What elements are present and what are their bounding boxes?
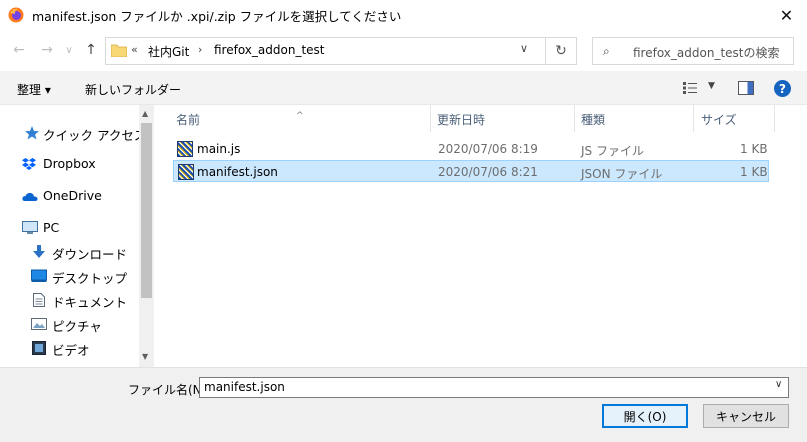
picture-icon	[31, 318, 47, 330]
desktop-icon	[31, 269, 47, 282]
view-options-icon[interactable]	[683, 82, 697, 94]
help-button[interactable]: ?	[774, 80, 791, 97]
sidebar-item-label: ビデオ	[52, 343, 90, 358]
window-title: manifest.json ファイルか .xpi/.zip ファイルを選択してく…	[32, 9, 402, 24]
sidebar-item-label: OneDrive	[43, 188, 102, 203]
open-button[interactable]: 開く(O)	[602, 404, 688, 428]
close-icon: ✕	[779, 6, 794, 25]
folder-icon	[111, 44, 127, 57]
file-date: 2020/07/06 8:21	[438, 165, 538, 179]
path-overflow-icon[interactable]: «	[131, 43, 138, 56]
file-type: JSON ファイル	[581, 167, 663, 181]
navigation-bar: ← → ∨ ↑ « 社内Git › firefox_addon_test ∨ ↻…	[0, 31, 807, 71]
view-dropdown-icon[interactable]: ▼	[708, 81, 715, 91]
command-toolbar: 整理 ▾ 新しいフォルダー ▼ ?	[0, 71, 807, 105]
sidebar-item-quick-access[interactable]: クイック アクセス	[0, 122, 146, 144]
address-bar[interactable]: « 社内Git › firefox_addon_test ∨	[105, 37, 577, 65]
column-header-row: ^ 名前 更新日時 種類 サイズ	[154, 105, 807, 132]
column-divider[interactable]	[430, 105, 431, 132]
document-icon	[33, 293, 45, 307]
sidebar-item-label: Dropbox	[43, 156, 96, 171]
close-button[interactable]: ✕	[766, 0, 807, 31]
back-button[interactable]: ←	[10, 41, 28, 59]
column-divider[interactable]	[693, 105, 694, 132]
sidebar-item-onedrive[interactable]: OneDrive	[0, 185, 140, 207]
dialog-footer: ファイル名(N): manifest.json ∨ 開く(O) キャンセル	[0, 367, 807, 442]
refresh-button[interactable]: ↻	[545, 37, 577, 65]
sidebar-item-dropbox[interactable]: Dropbox	[0, 153, 140, 175]
column-header-name[interactable]: 名前	[176, 111, 200, 128]
forward-button[interactable]: →	[38, 41, 56, 59]
search-box[interactable]: ⌕ firefox_addon_testの検索	[592, 37, 794, 65]
new-folder-button[interactable]: 新しいフォルダー	[85, 81, 181, 98]
chevron-down-icon[interactable]: ∨	[775, 379, 782, 390]
video-icon	[32, 341, 46, 355]
file-size: 1 KB	[740, 165, 768, 179]
navigation-pane: クイック アクセス Dropbox OneDrive PC ダウンロード デスク…	[0, 105, 154, 367]
refresh-icon: ↻	[555, 43, 567, 59]
sidebar-item-label: ドキュメント	[52, 295, 128, 310]
breadcrumb-item[interactable]: firefox_addon_test	[214, 43, 325, 57]
breadcrumb-separator-icon[interactable]: ›	[198, 43, 202, 56]
search-icon: ⌕	[603, 44, 610, 58]
sidebar-item-label: クイック アクセス	[43, 128, 147, 143]
back-arrow-icon: ←	[13, 42, 25, 58]
star-icon	[25, 126, 39, 140]
column-header-size[interactable]: サイズ	[701, 111, 737, 128]
preview-pane-icon[interactable]	[738, 81, 754, 95]
sidebar-item-pictures[interactable]: ピクチャ	[0, 313, 140, 335]
navigation-scrollbar[interactable]: ▲ ▼	[139, 105, 154, 367]
sidebar-item-label: デスクトップ	[52, 271, 128, 286]
download-icon	[33, 245, 45, 258]
file-list: ^ 名前 更新日時 種類 サイズ main.js 2020/07/06 8:19…	[154, 105, 807, 367]
file-date: 2020/07/06 8:19	[438, 142, 538, 156]
column-divider[interactable]	[574, 105, 575, 132]
chevron-down-icon[interactable]: ∨	[520, 42, 528, 55]
title-bar: manifest.json ファイルか .xpi/.zip ファイルを選択してく…	[0, 0, 807, 31]
sidebar-item-label: PC	[43, 220, 60, 235]
pc-icon	[22, 221, 38, 234]
column-header-type[interactable]: 種類	[581, 111, 605, 128]
file-row-main-js[interactable]: main.js 2020/07/06 8:19 JS ファイル 1 KB	[173, 138, 769, 160]
sidebar-item-label: ピクチャ	[52, 319, 102, 334]
recent-locations-button[interactable]: ∨	[60, 41, 78, 59]
file-icon	[178, 164, 194, 180]
scroll-up-icon[interactable]: ▲	[142, 109, 148, 118]
forward-arrow-icon: →	[41, 42, 53, 58]
sidebar-item-label: ダウンロード	[52, 247, 128, 262]
sidebar-item-pc[interactable]: PC	[0, 217, 140, 239]
column-divider[interactable]	[774, 105, 775, 132]
filename-input[interactable]: manifest.json	[199, 377, 789, 398]
column-header-date[interactable]: 更新日時	[437, 111, 485, 128]
dropbox-icon	[22, 158, 36, 170]
sidebar-item-desktop[interactable]: デスクトップ	[0, 265, 140, 287]
scroll-down-icon[interactable]: ▼	[142, 352, 148, 361]
sort-ascending-icon: ^	[296, 111, 304, 121]
scrollbar-thumb[interactable]	[141, 123, 152, 298]
up-button[interactable]: ↑	[82, 41, 100, 59]
file-row-manifest-json[interactable]: manifest.json 2020/07/06 8:21 JSON ファイル …	[173, 160, 769, 182]
file-name: main.js	[197, 142, 241, 156]
chevron-down-icon: ∨	[65, 44, 73, 56]
sidebar-item-downloads[interactable]: ダウンロード	[0, 241, 140, 263]
cancel-button[interactable]: キャンセル	[703, 404, 789, 428]
up-arrow-icon: ↑	[85, 42, 97, 58]
file-icon	[177, 141, 193, 157]
breadcrumb-item[interactable]: 社内Git	[148, 43, 189, 60]
firefox-icon	[8, 7, 24, 23]
file-name: manifest.json	[197, 165, 278, 179]
sidebar-item-documents[interactable]: ドキュメント	[0, 289, 140, 311]
cloud-icon	[22, 192, 38, 201]
file-size: 1 KB	[740, 142, 768, 156]
organize-button[interactable]: 整理 ▾	[17, 81, 51, 98]
file-type: JS ファイル	[581, 144, 644, 158]
sidebar-item-videos[interactable]: ビデオ	[0, 337, 140, 359]
search-input[interactable]: firefox_addon_testの検索	[633, 44, 780, 61]
